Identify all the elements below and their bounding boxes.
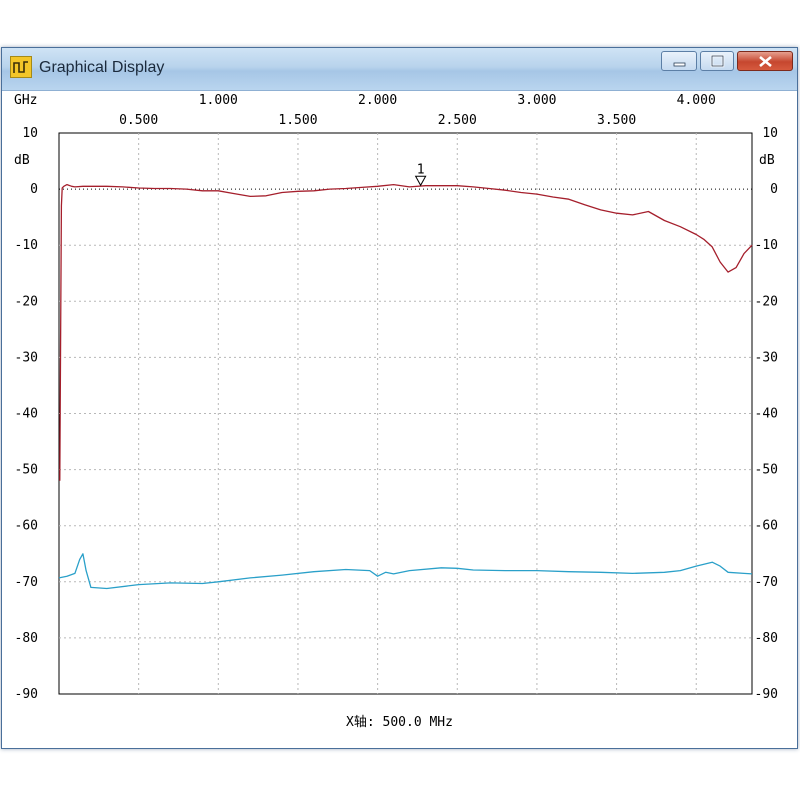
y-tick-label-left: -20 bbox=[15, 294, 38, 309]
y-tick-label-left: -60 bbox=[15, 519, 38, 534]
y-tick-label-left: -30 bbox=[15, 350, 38, 365]
marker-triangle bbox=[414, 175, 427, 187]
x-tick-label-bottom: 1.500 bbox=[278, 113, 317, 128]
y-unit-label-left: dB bbox=[14, 153, 30, 168]
x-axis-label: X轴: 500.0 MHz bbox=[346, 715, 453, 730]
x-tick-label-top: 1.000 bbox=[199, 93, 238, 108]
series-trace-1 bbox=[59, 183, 753, 481]
y-tick-label-left: -50 bbox=[15, 463, 38, 478]
y-tick-label-left: -90 bbox=[15, 687, 38, 702]
marker-label: 1 bbox=[417, 162, 425, 177]
y-tick-label-left: 10 bbox=[22, 126, 38, 141]
y-tick-label-right: -90 bbox=[755, 687, 778, 702]
x-tick-label-top: 3.000 bbox=[517, 93, 556, 108]
y-tick-label-left: -70 bbox=[15, 575, 38, 590]
graphical-display-window: Graphical Display GHz dB dB 1.000 2.000 3.000… bbox=[1, 47, 798, 749]
y-tick-label-right: -20 bbox=[755, 294, 778, 309]
maximize-button[interactable] bbox=[700, 51, 734, 71]
x-tick-label-top: 2.000 bbox=[358, 93, 397, 108]
maximize-icon bbox=[710, 54, 725, 68]
y-tick-label-left: -10 bbox=[15, 238, 38, 253]
window-title: Graphical Display bbox=[39, 59, 165, 76]
plot-area: GHz dB dB 1.000 2.000 3.000 4.000 0.500 1.500 2.5… bbox=[2, 91, 797, 748]
minimize-button[interactable] bbox=[661, 51, 697, 71]
y-tick-label-right: -60 bbox=[755, 519, 778, 534]
minimize-icon bbox=[673, 62, 686, 67]
x-tick-label-bottom: 0.500 bbox=[119, 113, 158, 128]
y-tick-label-right: -30 bbox=[755, 350, 778, 365]
y-tick-label-right: -70 bbox=[755, 575, 778, 590]
x-tick-label-bottom: 3.500 bbox=[597, 113, 636, 128]
square-wave-icon bbox=[10, 56, 32, 78]
close-button[interactable] bbox=[737, 51, 793, 71]
y-tick-label-right: -10 bbox=[755, 238, 778, 253]
x-tick-label-bottom: 2.500 bbox=[438, 113, 477, 128]
y-unit-label-right: dB bbox=[759, 153, 775, 168]
title-bar[interactable]: Graphical Display bbox=[2, 48, 797, 91]
y-tick-label-left: -40 bbox=[15, 407, 38, 422]
y-tick-label-right: -80 bbox=[755, 631, 778, 646]
x-unit-label: GHz bbox=[14, 93, 37, 108]
y-tick-label-right: -50 bbox=[755, 463, 778, 478]
y-tick-label-left: 0 bbox=[30, 182, 38, 197]
y-tick-label-right: 0 bbox=[770, 182, 778, 197]
series-trace-2 bbox=[58, 553, 753, 590]
chart[interactable]: GHz dB dB 1.000 2.000 3.000 4.000 0.500 1.500 2.5… bbox=[2, 91, 797, 748]
y-tick-label-right: 10 bbox=[762, 126, 778, 141]
x-tick-label-top: 4.000 bbox=[677, 93, 716, 108]
close-icon bbox=[759, 55, 772, 68]
y-tick-label-left: -80 bbox=[15, 631, 38, 646]
y-tick-label-right: -40 bbox=[755, 407, 778, 422]
